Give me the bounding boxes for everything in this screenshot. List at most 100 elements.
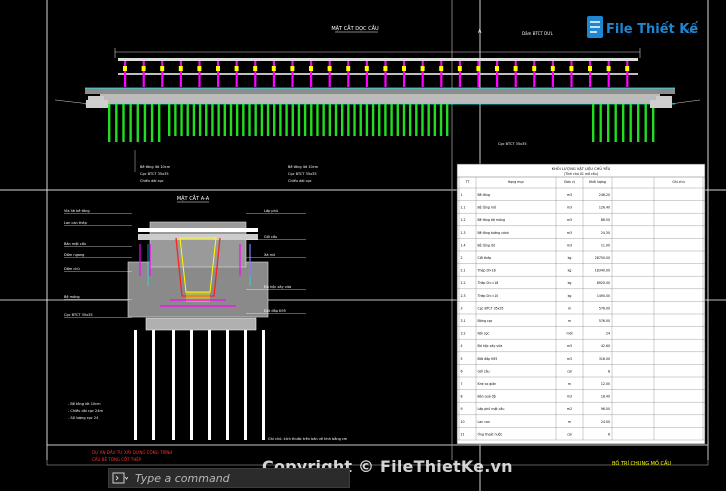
- table-cell: 24: [606, 332, 610, 336]
- railing-post-cap: [513, 66, 518, 71]
- pile: [390, 104, 393, 136]
- railing-post: [291, 61, 294, 87]
- section-left-label: Bệ móng: [64, 295, 80, 299]
- table-cell: 11: [461, 432, 465, 436]
- railing-post-cap: [476, 66, 481, 71]
- table-cell: Bê tông mố: [478, 206, 497, 210]
- railing-top-bar: [118, 58, 638, 61]
- elevation-callout-3: Chiều dài cọc: [140, 179, 164, 183]
- cad-drawing-canvas[interactable]: MẶT CẮT DỌC CẦU Dầm BTCT DƯL A A Bê tông…: [0, 0, 726, 491]
- pile: [599, 104, 602, 142]
- section-pile: [244, 330, 247, 440]
- table-cell: m3: [567, 344, 572, 348]
- pile: [310, 104, 313, 136]
- table-header-cell: Khối lượng: [589, 180, 606, 184]
- pile: [433, 104, 437, 136]
- pile: [122, 104, 125, 142]
- pile: [396, 104, 399, 136]
- section-pile: [134, 330, 137, 440]
- elevation-callout-6: Chiều dài cọc: [288, 179, 312, 183]
- railing-post: [607, 61, 610, 87]
- railing-post: [217, 61, 220, 87]
- table-cell: 1.1: [461, 206, 466, 210]
- railing-post: [384, 61, 387, 87]
- table-cell: Thép D>18: [477, 269, 496, 273]
- elevation-callout-2: Cọc BTCT 35x35: [140, 172, 169, 176]
- railing-post-cap: [439, 66, 444, 71]
- pile: [205, 104, 208, 136]
- table-cell: 2.1: [461, 269, 466, 273]
- section-note-1: - Bê tông lót 10cm: [68, 402, 101, 406]
- table-cell: Cọc BTCT 35x35: [478, 306, 504, 310]
- table-cell: 1: [461, 193, 463, 197]
- table-cell: kg: [568, 256, 572, 260]
- pile: [415, 104, 418, 136]
- railing-post-cap: [402, 66, 406, 71]
- railing-post-cap: [550, 66, 555, 71]
- chevron-menu-icon[interactable]: [109, 469, 131, 487]
- pile: [644, 104, 647, 142]
- pile: [168, 104, 171, 136]
- pile: [115, 104, 118, 142]
- pile: [359, 104, 362, 136]
- elevation-title: MẶT CẮT DỌC CẦU: [331, 24, 379, 32]
- table-cell: 126.40: [599, 206, 610, 210]
- railing-post: [403, 61, 406, 87]
- pile: [378, 104, 381, 136]
- pile: [629, 104, 632, 142]
- section-pile: [262, 330, 265, 440]
- elevation-callout-7: Cọc BTCT 35x35: [498, 142, 527, 146]
- table-cell: 9: [461, 407, 463, 411]
- table-cell: kg: [568, 294, 572, 298]
- table-cell: kg: [568, 281, 572, 285]
- table-header-cell: TT: [465, 180, 470, 184]
- railing-mid-bar: [118, 73, 638, 75]
- table-cell: 2.3: [461, 294, 466, 298]
- section-pile: [208, 330, 211, 440]
- railing-post-cap: [532, 66, 537, 71]
- section-left-label: Vỉa hè bê tông: [64, 209, 90, 213]
- railing-post-cap: [271, 66, 276, 71]
- railing-post-cap: [457, 66, 462, 71]
- filethietke-logo: File Thiết Kế .vn: [586, 10, 698, 46]
- pile: [637, 104, 640, 142]
- pile: [235, 104, 239, 136]
- table-cell: 86.50: [601, 218, 610, 222]
- table-cell: 1.2: [461, 218, 466, 222]
- bridge-railing: [118, 58, 638, 87]
- pile: [328, 104, 332, 136]
- pile: [108, 104, 111, 142]
- table-cell: m: [568, 306, 571, 310]
- section-pile: [190, 330, 193, 440]
- table-cell: 5: [461, 357, 463, 361]
- table-cell: mối: [567, 332, 573, 336]
- command-input[interactable]: [131, 470, 349, 486]
- pile: [266, 104, 270, 136]
- pile: [365, 104, 369, 136]
- pile: [384, 104, 387, 136]
- pile: [248, 104, 251, 136]
- table-cell: Lớp phủ mặt cầu: [478, 407, 505, 411]
- elevation-callout-1: Bê tông lót 10cm: [140, 165, 171, 169]
- railing-post: [124, 61, 127, 87]
- table-cell: 3.2: [461, 332, 466, 336]
- pile: [353, 104, 356, 136]
- title-block-left-1: DỰ ÁN ĐẦU TƯ XÂY DỰNG CÔNG TRÌNH: [92, 450, 172, 455]
- railing-post: [570, 61, 573, 87]
- table-cell: m: [568, 420, 571, 424]
- section-piles: [134, 330, 265, 440]
- railing-post: [198, 61, 201, 87]
- pile: [439, 104, 443, 136]
- table-cell: m3: [567, 193, 572, 197]
- section-pile: [172, 330, 175, 440]
- pile: [408, 104, 412, 136]
- table-cell: kg: [568, 269, 572, 273]
- section-left-label: Dầm chủ: [64, 267, 80, 271]
- section-left-label: Lan can thép: [64, 221, 88, 225]
- table-cell: 2: [461, 256, 463, 260]
- table-cell: 28750.00: [595, 256, 610, 260]
- section-right-label: Đá hộc xây vữa: [264, 285, 291, 289]
- table-cell: Đá hộc xây vữa: [478, 344, 503, 348]
- table-cell: 3.1: [461, 319, 466, 323]
- command-line-bar[interactable]: [108, 468, 350, 488]
